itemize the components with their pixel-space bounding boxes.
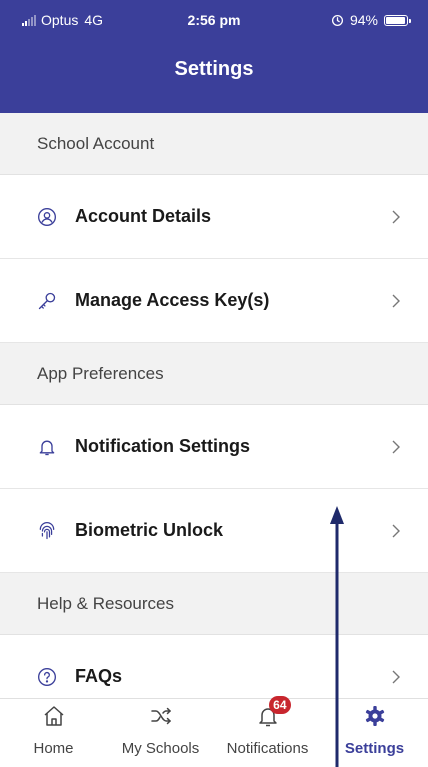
battery-percent: 94% xyxy=(349,12,378,28)
section-title: Help & Resources xyxy=(37,593,175,613)
section-app-preferences: App Preferences xyxy=(0,343,428,405)
row-label: Account Details xyxy=(75,206,212,226)
tab-label: Settings xyxy=(344,740,405,757)
bell-icon: 64 xyxy=(255,696,291,729)
tab-bar: Home My Schools 64 Notifications Setting… xyxy=(0,696,428,767)
question-circle-icon xyxy=(37,667,57,687)
settings-list[interactable]: School Account Account Details Manage Ac… xyxy=(0,113,428,698)
orientation-lock-icon xyxy=(331,14,343,26)
row-notification-settings[interactable]: Notification Settings xyxy=(0,405,428,489)
account-circle-icon xyxy=(37,207,57,227)
chevron-right-icon xyxy=(392,670,400,684)
tab-label: Notifications xyxy=(226,740,309,757)
tab-home[interactable]: Home xyxy=(0,699,107,767)
app-header: Optus 4G 2:56 pm 94% Settings xyxy=(0,0,428,113)
chevron-right-icon xyxy=(392,524,400,538)
page-title: Settings xyxy=(174,58,254,80)
status-battery: 94% xyxy=(331,12,411,28)
status-bar: Optus 4G 2:56 pm 94% xyxy=(0,0,428,44)
row-faqs[interactable]: FAQs xyxy=(0,635,428,698)
home-icon xyxy=(41,703,67,729)
tab-label: Home xyxy=(33,740,74,757)
section-title: App Preferences xyxy=(37,363,164,383)
tab-settings[interactable]: Settings xyxy=(321,699,428,767)
notification-badge: 64 xyxy=(269,696,291,714)
chevron-right-icon xyxy=(392,294,400,308)
section-help-resources: Help & Resources xyxy=(0,573,428,635)
shuffle-icon xyxy=(148,703,174,729)
bell-icon xyxy=(37,437,57,457)
tab-my-schools[interactable]: My Schools xyxy=(107,699,214,767)
chevron-right-icon xyxy=(392,440,400,454)
tab-notifications[interactable]: 64 Notifications xyxy=(214,696,321,767)
fingerprint-icon xyxy=(37,521,57,541)
row-account-details[interactable]: Account Details xyxy=(0,175,428,259)
section-school-account: School Account xyxy=(0,113,428,175)
row-manage-access-keys[interactable]: Manage Access Key(s) xyxy=(0,259,428,343)
row-label: FAQs xyxy=(75,666,123,686)
row-label: Biometric Unlock xyxy=(75,520,224,540)
battery-icon xyxy=(384,14,411,26)
row-label: Manage Access Key(s) xyxy=(75,290,270,310)
gear-icon xyxy=(362,703,388,729)
section-title: School Account xyxy=(37,133,155,153)
key-icon xyxy=(37,291,57,311)
row-biometric-unlock[interactable]: Biometric Unlock xyxy=(0,489,428,573)
row-label: Notification Settings xyxy=(75,436,250,456)
chevron-right-icon xyxy=(392,210,400,224)
tab-label: My Schools xyxy=(121,740,200,757)
